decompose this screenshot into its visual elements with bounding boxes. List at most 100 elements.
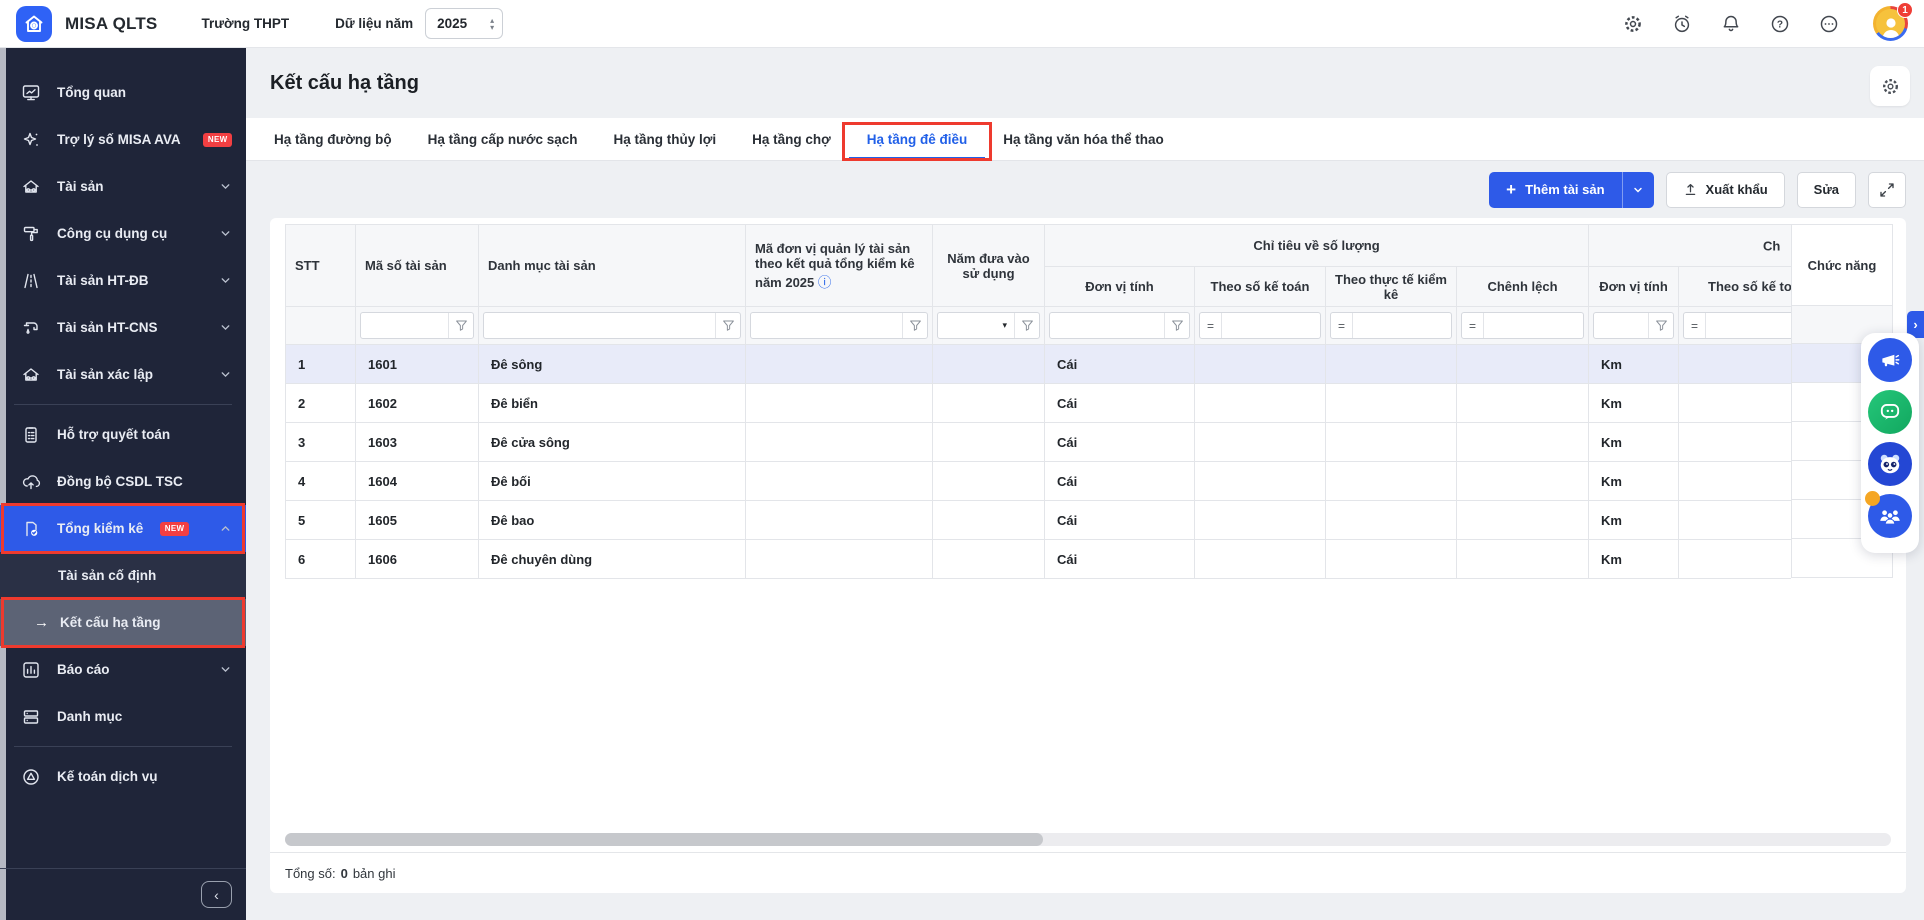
table-row[interactable]: 31603Đê cửa sông Cái Km (286, 423, 1792, 462)
sidebar-item-cong-cu-dung-cu[interactable]: Công cụ dụng cụ (0, 210, 246, 257)
table-row[interactable]: 11601Đê sông Cái Km (286, 345, 1792, 384)
dropdown-caret-icon[interactable]: ▾ (938, 320, 1014, 331)
notifications-bell-icon[interactable] (1720, 13, 1742, 35)
equals-operator[interactable]: = (1331, 313, 1353, 338)
filter-input-theo-so-ke-toan-2[interactable] (1706, 313, 1791, 338)
announcements-button[interactable] (1868, 338, 1912, 382)
sidebar-item-label: Tổng kiểm kê (57, 521, 143, 536)
chevron-down-icon (219, 227, 232, 240)
notification-count-badge: 1 (1897, 2, 1913, 18)
chat-bubble-icon (1878, 400, 1902, 424)
sidebar-item-tong-quan[interactable]: Tổng quan (0, 69, 246, 116)
sidebar-subitem-tai-san-co-dinh[interactable]: Tài sản cố định (0, 552, 246, 599)
col-header-danh-muc: Danh mục tài sản (479, 225, 746, 307)
sidebar-item-danh-muc[interactable]: Danh mục (0, 693, 246, 740)
table-row[interactable]: 21602Đê biển Cái Km (286, 384, 1792, 423)
sidebar-item-bao-cao[interactable]: Báo cáo (0, 646, 246, 693)
cloud-sync-icon (20, 471, 42, 493)
table-row[interactable]: 61606Đê chuyên dùng Cái Km (286, 540, 1792, 579)
inventory-doc-icon (20, 518, 42, 540)
funnel-icon[interactable] (1014, 313, 1039, 338)
horizontal-scrollbar[interactable] (285, 833, 1891, 846)
topbar-icons: ? 1 (1622, 6, 1908, 41)
table-row[interactable]: 51605Đê bao Cái Km (286, 501, 1792, 540)
user-avatar[interactable]: 1 (1873, 6, 1908, 41)
export-button[interactable]: Xuất khẩu (1666, 172, 1785, 208)
fullscreen-button[interactable] (1868, 172, 1906, 208)
funnel-icon[interactable] (448, 313, 473, 338)
table-row[interactable]: 41604Đê bối Cái Km (286, 462, 1792, 501)
funnel-icon[interactable] (715, 313, 740, 338)
year-select[interactable]: 2025 ▴▾ (425, 8, 503, 39)
settings-icon[interactable] (1622, 13, 1644, 35)
total-value: 0 (341, 866, 348, 881)
filter-theo-so-ke-toan: = (1199, 312, 1321, 339)
sidebar-item-label: Kế toán dịch vụ (57, 769, 158, 784)
funnel-icon[interactable] (1164, 313, 1189, 338)
water-pipe-icon (20, 317, 42, 339)
filter-input-theo-so-ke-toan[interactable] (1222, 313, 1320, 338)
table-footer: Tổng số: 0 bản ghi (270, 852, 1906, 893)
sidebar-collapse-button[interactable]: ‹ (201, 881, 232, 908)
sidebar-item-ke-toan-dich-vu[interactable]: Kế toán dịch vụ (0, 753, 246, 800)
filter-theo-so-ke-toan-2: = (1683, 312, 1791, 339)
page-settings-button[interactable] (1870, 66, 1910, 106)
help-icon[interactable]: ? (1769, 13, 1791, 35)
info-icon[interactable]: ⓘ (818, 275, 832, 290)
scrollbar-thumb[interactable] (285, 833, 1043, 846)
sidebar-item-tai-san-ht-db[interactable]: Tài sản HT-ĐB (0, 257, 246, 304)
org-name[interactable]: Trường THPT (201, 16, 289, 31)
filter-input-don-vi-tinh-2[interactable] (1594, 313, 1648, 338)
filter-input-don-vi-tinh[interactable] (1050, 313, 1164, 338)
tab-bar: Hạ tầng đường bộ Hạ tầng cấp nước sạch H… (246, 118, 1924, 161)
sidebar-item-tai-san[interactable]: Tài sản (0, 163, 246, 210)
tab-ha-tang-cho[interactable]: Hạ tầng chợ (734, 118, 849, 160)
sidebar-subitem-ket-cau-ha-tang[interactable]: → Kết cấu hạ tầng (0, 599, 246, 646)
add-asset-dropdown-button[interactable] (1622, 172, 1654, 208)
tab-ha-tang-duong-bo[interactable]: Hạ tầng đường bộ (256, 118, 410, 160)
chat-support-button[interactable] (1868, 390, 1912, 434)
equals-operator[interactable]: = (1462, 313, 1484, 338)
sidebar-item-tong-kiem-ke[interactable]: Tổng kiểm kê NEW (0, 505, 246, 552)
filter-input-chenh-lech[interactable] (1484, 313, 1583, 338)
asset-house-icon (20, 176, 42, 198)
add-asset-button[interactable]: + Thêm tài sản (1489, 172, 1621, 208)
year-stepper-icon[interactable]: ▴▾ (490, 17, 494, 31)
community-button[interactable] (1868, 494, 1912, 538)
sidebar-item-label: Công cụ dụng cụ (57, 226, 167, 241)
app-name: MISA QLTS (65, 14, 157, 34)
filter-input-ma-so[interactable] (361, 313, 448, 338)
edit-button[interactable]: Sửa (1797, 172, 1856, 208)
clipboard-check-icon (20, 424, 42, 446)
new-badge: NEW (203, 133, 232, 147)
filter-input-theo-thuc-te[interactable] (1353, 313, 1451, 338)
sidebar-item-label: Trợ lý số MISA AVA (57, 132, 181, 147)
tab-ha-tang-thuy-loi[interactable]: Hạ tầng thủy lợi (596, 118, 735, 160)
more-options-icon[interactable] (1818, 13, 1840, 35)
chevron-down-icon (219, 663, 232, 676)
funnel-icon[interactable] (902, 313, 927, 338)
sidebar-item-dong-bo-csdl-tsc[interactable]: Đồng bộ CSDL TSC (0, 458, 246, 505)
sidebar-item-tai-san-ht-cns[interactable]: Tài sản HT-CNS (0, 304, 246, 351)
sidebar-item-label: Tài sản HT-CNS (57, 320, 158, 335)
tab-ha-tang-cap-nuoc-sach[interactable]: Hạ tầng cấp nước sạch (410, 118, 596, 160)
arrow-right-icon: → (34, 614, 49, 631)
history-clock-icon[interactable] (1671, 13, 1693, 35)
funnel-icon[interactable] (1648, 313, 1673, 338)
plus-icon: + (1506, 180, 1516, 200)
sidebar-item-label: Tổng quan (57, 85, 126, 100)
tab-ha-tang-van-hoa-the-thao[interactable]: Hạ tầng văn hóa thể thao (985, 118, 1182, 160)
equals-operator[interactable]: = (1684, 313, 1706, 338)
filter-theo-thuc-te: = (1330, 312, 1452, 339)
sidebar-item-tai-san-xac-lap[interactable]: Tài sản xác lập (0, 351, 246, 398)
filter-cell-stt (286, 307, 356, 345)
equals-operator[interactable]: = (1200, 313, 1222, 338)
gear-icon (1880, 76, 1901, 97)
tab-ha-tang-de-dieu[interactable]: Hạ tầng đê điều (849, 118, 986, 160)
filter-input-ma-don-vi[interactable] (751, 313, 902, 338)
filter-input-danh-muc[interactable] (484, 313, 715, 338)
sidebar-item-ho-tro-quyet-toan[interactable]: Hỗ trợ quyết toán (0, 411, 246, 458)
assistant-mascot-button[interactable] (1868, 442, 1912, 486)
sidebar-item-misa-ava[interactable]: Trợ lý số MISA AVA NEW (0, 116, 246, 163)
app-logo[interactable] (16, 6, 52, 42)
